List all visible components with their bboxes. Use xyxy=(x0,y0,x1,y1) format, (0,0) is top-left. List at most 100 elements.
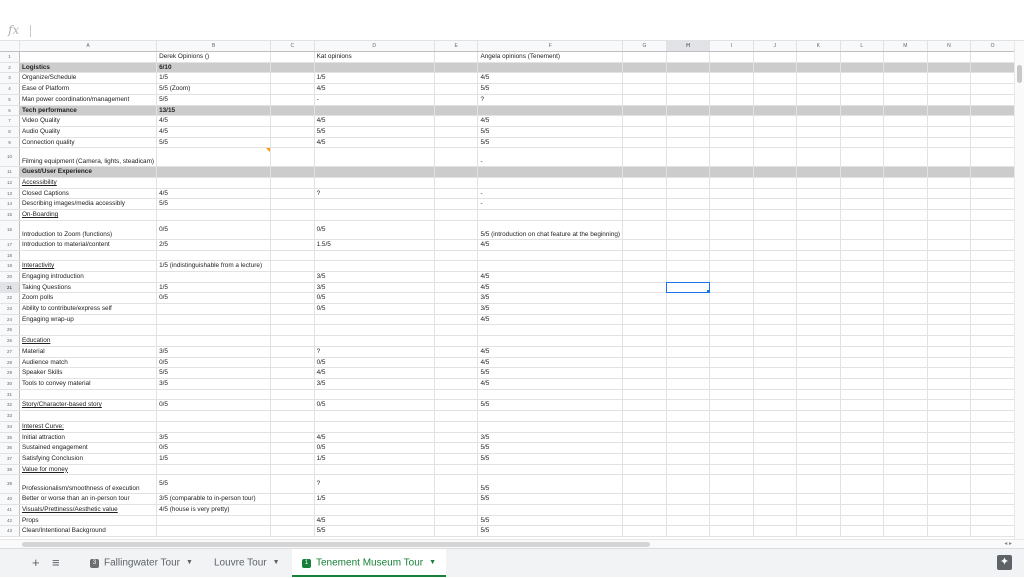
cell-n[interactable] xyxy=(927,209,972,221)
cell-l[interactable] xyxy=(840,432,884,444)
cell-g[interactable] xyxy=(622,399,667,412)
cell-o[interactable] xyxy=(970,346,1015,358)
cell-f[interactable]: 4/5 xyxy=(477,346,624,358)
cell-k[interactable] xyxy=(796,421,841,433)
cell-f[interactable] xyxy=(477,166,624,179)
cell-h[interactable] xyxy=(666,239,711,251)
cell-m[interactable] xyxy=(883,324,928,337)
row-header[interactable]: 3 xyxy=(0,72,20,85)
cell-e[interactable] xyxy=(434,410,479,422)
cell-o[interactable] xyxy=(970,188,1015,200)
cell-a[interactable]: Guest/User Experience xyxy=(19,166,158,179)
column-header-j[interactable]: J xyxy=(753,41,797,52)
cell-i[interactable] xyxy=(709,335,754,347)
cell-m[interactable] xyxy=(883,453,928,465)
cell-m[interactable] xyxy=(883,314,928,326)
cell-h[interactable] xyxy=(666,346,711,358)
cell-e[interactable] xyxy=(434,137,479,149)
cell-n[interactable] xyxy=(927,314,972,326)
cell-n[interactable] xyxy=(927,62,972,74)
cell-d[interactable]: 4/5 xyxy=(314,432,435,444)
cell-l[interactable] xyxy=(840,357,884,369)
cell-g[interactable] xyxy=(622,474,667,495)
cell-o[interactable] xyxy=(970,292,1015,305)
cell-n[interactable] xyxy=(927,515,972,527)
cell-i[interactable] xyxy=(709,83,754,95)
cell-c[interactable] xyxy=(270,239,315,251)
cell-i[interactable] xyxy=(709,94,754,106)
cell-a[interactable]: Initial attraction xyxy=(19,432,158,444)
row-header[interactable]: 13 xyxy=(0,188,20,200)
cell-j[interactable] xyxy=(753,493,797,506)
cell-f[interactable]: - xyxy=(477,147,624,168)
column-header-n[interactable]: N xyxy=(927,41,972,52)
cell-c[interactable] xyxy=(270,357,315,369)
cell-j[interactable] xyxy=(753,166,797,179)
row-header[interactable]: 9 xyxy=(0,137,20,149)
cell-l[interactable] xyxy=(840,105,884,117)
cell-l[interactable] xyxy=(840,271,884,283)
column-header-k[interactable]: K xyxy=(796,41,841,52)
cell-k[interactable] xyxy=(796,314,841,326)
cell-i[interactable] xyxy=(709,166,754,179)
cell-o[interactable] xyxy=(970,324,1015,337)
cell-i[interactable] xyxy=(709,378,754,390)
cell-c[interactable] xyxy=(270,177,315,189)
cell-h[interactable] xyxy=(666,525,711,538)
cell-a[interactable]: Interactivity xyxy=(19,260,158,272)
cell-f[interactable]: 4/5 xyxy=(477,72,624,85)
cell-i[interactable] xyxy=(709,515,754,527)
cell-c[interactable] xyxy=(270,493,315,506)
column-header-d[interactable]: D xyxy=(314,41,435,52)
cell-o[interactable] xyxy=(970,105,1015,117)
cell-d[interactable]: 5/5 xyxy=(314,126,435,138)
cell-n[interactable] xyxy=(927,115,972,127)
cell-i[interactable] xyxy=(709,493,754,506)
cell-e[interactable] xyxy=(434,220,479,240)
cell-k[interactable] xyxy=(796,282,841,294)
cell-e[interactable] xyxy=(434,260,479,272)
cell-n[interactable] xyxy=(927,198,972,211)
cell-i[interactable] xyxy=(709,324,754,337)
cell-a[interactable]: Filming equipment (Camera, lights, stead… xyxy=(19,147,158,168)
cell-o[interactable] xyxy=(970,453,1015,465)
cell-d[interactable] xyxy=(314,62,435,74)
cell-g[interactable] xyxy=(622,421,667,433)
cell-b[interactable]: 5/5 xyxy=(156,198,271,211)
cell-j[interactable] xyxy=(753,474,797,495)
cell-n[interactable] xyxy=(927,72,972,85)
cell-d[interactable]: 0/5 xyxy=(314,442,435,454)
cell-o[interactable] xyxy=(970,137,1015,149)
cell-h[interactable] xyxy=(666,432,711,444)
cell-e[interactable] xyxy=(434,367,479,379)
cell-j[interactable] xyxy=(753,525,797,538)
cell-a[interactable]: Video Quality xyxy=(19,115,158,127)
cell-k[interactable] xyxy=(796,239,841,251)
cell-k[interactable] xyxy=(796,147,841,168)
cell-o[interactable] xyxy=(970,239,1015,251)
row-header[interactable]: 22 xyxy=(0,292,20,305)
cell-k[interactable] xyxy=(796,389,841,401)
cell-f[interactable]: - xyxy=(477,198,624,211)
cell-d[interactable] xyxy=(314,260,435,272)
cell-f[interactable] xyxy=(477,105,624,117)
cell-e[interactable] xyxy=(434,525,479,538)
cell-e[interactable] xyxy=(434,399,479,412)
cell-m[interactable] xyxy=(883,83,928,95)
cell-b[interactable]: 0/5 xyxy=(156,399,271,412)
cell-d[interactable] xyxy=(314,314,435,326)
cell-n[interactable] xyxy=(927,504,972,516)
cell-c[interactable] xyxy=(270,421,315,433)
row-header[interactable]: 16 xyxy=(0,220,20,240)
cell-e[interactable] xyxy=(434,515,479,527)
cell-c[interactable] xyxy=(270,432,315,444)
cell-j[interactable] xyxy=(753,314,797,326)
cell-f[interactable] xyxy=(477,335,624,347)
cell-g[interactable] xyxy=(622,105,667,117)
cell-j[interactable] xyxy=(753,357,797,369)
row-header[interactable]: 23 xyxy=(0,303,20,315)
cell-k[interactable] xyxy=(796,335,841,347)
row-header[interactable]: 29 xyxy=(0,367,20,379)
cell-h[interactable] xyxy=(666,105,711,117)
cell-m[interactable] xyxy=(883,250,928,262)
